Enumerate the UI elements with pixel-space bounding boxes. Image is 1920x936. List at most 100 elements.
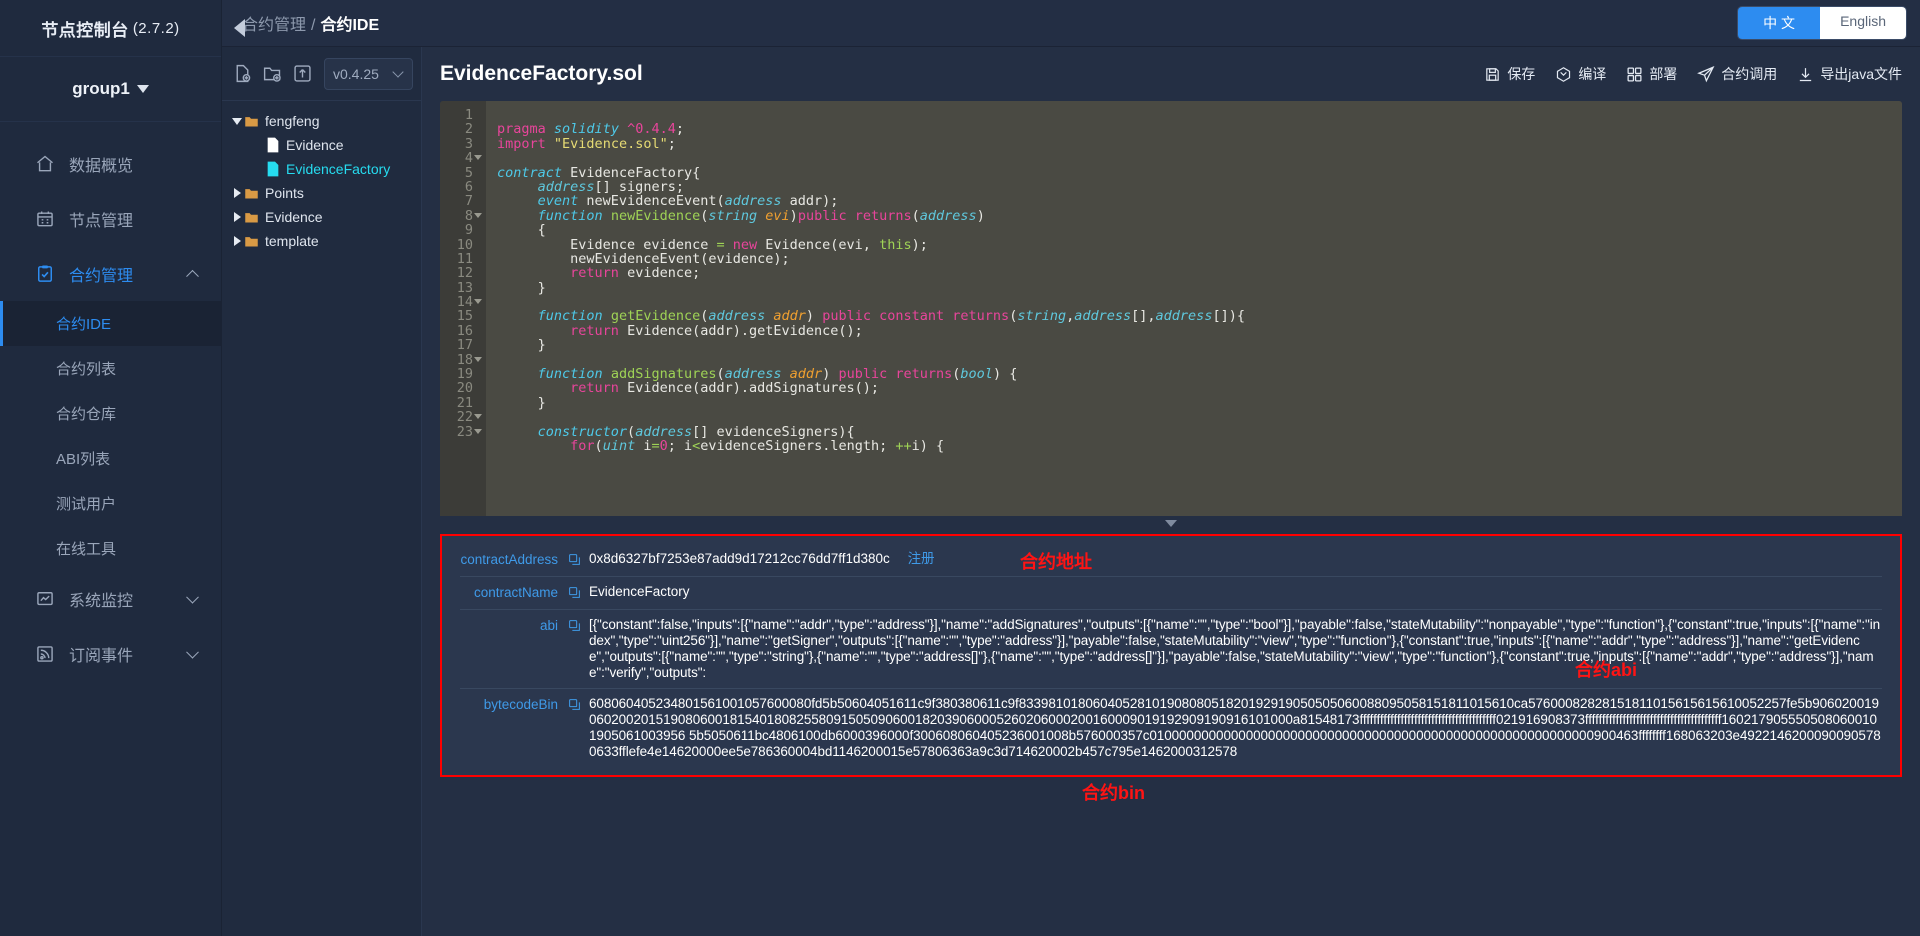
result-value: 0x8d6327bf7253e87add9d17212cc76dd7ff1d38… [589, 551, 1882, 567]
sidebar-item-system-monitor[interactable]: 系统监控 [0, 571, 221, 626]
editor-column: EvidenceFactory.sol 保存 编译 部署 [422, 47, 1920, 936]
annotation-contract-address: 合约地址 [1020, 548, 1092, 574]
sidebar-item-subscribe-events[interactable]: 订阅事件 [0, 626, 221, 681]
file-tree: fengfeng Evidence EvidenceFactory Points [222, 101, 421, 253]
chevron-up-icon [186, 269, 199, 282]
compile-button[interactable]: 编译 [1555, 64, 1606, 84]
sidebar-item-abi-list[interactable]: ABI列表 [0, 436, 221, 481]
export-java-button[interactable]: 导出java文件 [1797, 64, 1902, 84]
tree-item-folder[interactable]: template [222, 229, 421, 253]
breadcrumb-current: 合约IDE [320, 17, 379, 34]
tree-item-folder[interactable]: Points [222, 181, 421, 205]
sidebar-item-label: 订阅事件 [69, 642, 133, 666]
copy-icon[interactable] [568, 551, 582, 569]
tree-toggle-open-icon[interactable] [230, 118, 244, 125]
tree-item-file[interactable]: Evidence [222, 133, 421, 157]
tree-item-label: fengfeng [265, 113, 320, 129]
folder-icon [244, 234, 259, 249]
app-root: 节点控制台(2.7.2) group1 数据概览 节点管理 [0, 0, 1920, 936]
editor-header: EvidenceFactory.sol 保存 编译 部署 [422, 47, 1920, 101]
result-value: 608060405234801561001057600080fd5b506040… [589, 696, 1882, 760]
line-number: 6 [440, 180, 482, 194]
result-value: [{"constant":false,"inputs":[{"name":"ad… [589, 617, 1882, 681]
lang-button-zh[interactable]: 中 文 [1738, 7, 1820, 39]
save-button[interactable]: 保存 [1484, 64, 1535, 84]
tree-toggle-closed-icon[interactable] [230, 212, 244, 222]
contract-call-button[interactable]: 合约调用 [1697, 64, 1777, 84]
sidebar-item-label: 数据概览 [69, 152, 133, 176]
folder-icon [244, 210, 259, 225]
fold-toggle-icon[interactable] [474, 414, 482, 419]
send-call-icon [1697, 65, 1715, 83]
version-value: v0.4.25 [333, 66, 379, 82]
copy-icon[interactable] [568, 696, 582, 714]
group-selector[interactable]: group1 [0, 57, 221, 122]
sidebar-item-nodes[interactable]: 节点管理 [0, 191, 221, 246]
sidebar-item-overview[interactable]: 数据概览 [0, 136, 221, 191]
file-icon [266, 137, 280, 153]
splitter-grip-icon[interactable] [1165, 520, 1177, 527]
sidebar-sub-label: 合约IDE [56, 313, 111, 334]
line-number: 14 [440, 295, 482, 309]
line-number: 20 [440, 381, 482, 395]
rss-icon [34, 643, 56, 665]
sidebar-item-contract-ide[interactable]: 合约IDE [0, 301, 221, 346]
chevron-down-icon [392, 66, 403, 77]
tree-item-folder[interactable]: Evidence [222, 205, 421, 229]
fold-toggle-icon[interactable] [474, 155, 482, 160]
action-label: 保存 [1507, 64, 1535, 84]
chevron-down-icon [186, 645, 199, 658]
tree-toggle-closed-icon[interactable] [230, 188, 244, 198]
line-number: 9 [440, 223, 482, 237]
panel-splitter[interactable] [440, 516, 1902, 534]
copy-icon[interactable] [568, 617, 582, 635]
breadcrumb-parent[interactable]: 合约管理 [242, 17, 306, 34]
new-file-icon[interactable] [230, 62, 254, 86]
chevron-down-icon [186, 590, 199, 603]
tree-item-folder[interactable]: fengfeng [222, 109, 421, 133]
main-area: 合约管理/合约IDE 中 文 English [222, 0, 1920, 936]
import-upload-icon[interactable] [290, 62, 314, 86]
annotation-contract-abi: 合约abi [1575, 656, 1637, 682]
register-link[interactable]: 注册 [908, 551, 935, 566]
copy-icon[interactable] [568, 584, 582, 602]
tree-item-label: template [265, 233, 319, 249]
line-number: 10 [440, 238, 482, 252]
sidebar-menu: 数据概览 节点管理 合约管理 合约IDE 合约列表 [0, 122, 221, 936]
line-number: 13 [440, 281, 482, 295]
solidity-version-select[interactable]: v0.4.25 [324, 58, 413, 90]
deploy-button[interactable]: 部署 [1626, 64, 1677, 84]
sidebar-item-contract-management[interactable]: 合约管理 [0, 246, 221, 301]
sidebar-item-test-user[interactable]: 测试用户 [0, 481, 221, 526]
result-row-contract-address: contractAddress 0x8d6327bf7253e87add9d17… [460, 544, 1882, 577]
fold-toggle-icon[interactable] [474, 299, 482, 304]
result-row-contract-name: contractName EvidenceFactory [460, 577, 1882, 610]
tree-item-label: Points [265, 185, 304, 201]
tree-toggle-closed-icon[interactable] [230, 236, 244, 246]
fold-toggle-icon[interactable] [474, 213, 482, 218]
action-label: 合约调用 [1721, 64, 1777, 84]
folder-icon [244, 114, 259, 129]
fold-toggle-icon[interactable] [474, 429, 482, 434]
annotation-contract-bin: 合约bin [1082, 779, 1145, 805]
action-label: 编译 [1578, 64, 1606, 84]
sidebar-collapse-icon[interactable] [234, 19, 245, 37]
action-label: 导出java文件 [1820, 64, 1902, 84]
fold-toggle-icon[interactable] [474, 357, 482, 362]
sidebar-item-contract-list[interactable]: 合约列表 [0, 346, 221, 391]
code-editor[interactable]: 1 2 3 4 5 6 7 8 9 10 11 12 13 14 [440, 101, 1902, 516]
sidebar-item-online-tools[interactable]: 在线工具 [0, 526, 221, 571]
sidebar-item-contract-repo[interactable]: 合约仓库 [0, 391, 221, 436]
tree-item-file-selected[interactable]: EvidenceFactory [222, 157, 421, 181]
code-content[interactable]: pragma solidity ^0.4.4;import "Evidence.… [486, 101, 1902, 516]
line-number: 3 [440, 137, 482, 151]
lang-button-en[interactable]: English [1820, 7, 1906, 39]
editor-filename: EvidenceFactory.sol [440, 62, 643, 86]
sidebar-item-label: 合约管理 [69, 262, 133, 286]
compile-icon [1555, 66, 1572, 83]
workspace: v0.4.25 fengfeng Evidence [222, 47, 1920, 936]
clipboard-check-icon [34, 263, 56, 285]
result-key: bytecodeBin [460, 696, 568, 712]
new-folder-icon[interactable] [260, 62, 284, 86]
result-row-abi: abi [{"constant":false,"inputs":[{"name"… [460, 610, 1882, 689]
